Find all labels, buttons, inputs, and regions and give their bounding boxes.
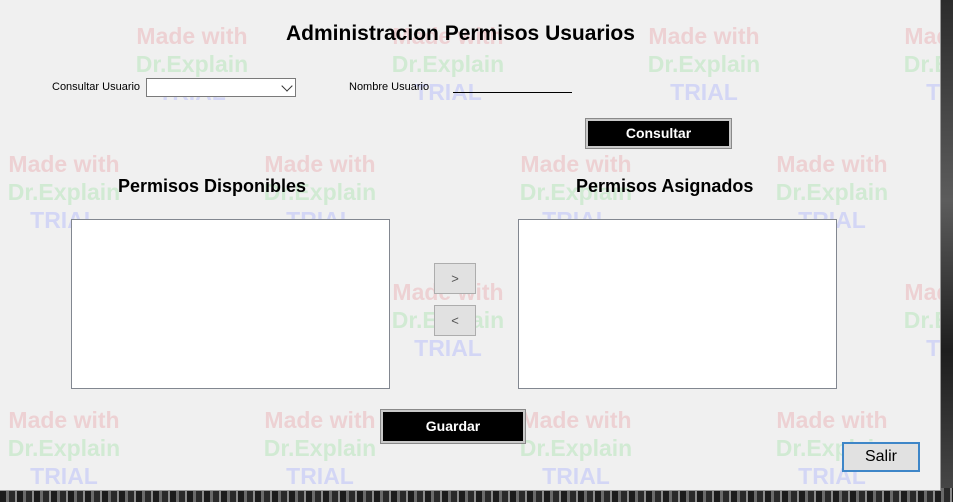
salir-button[interactable]: Salir — [842, 442, 920, 472]
nombre-usuario-label: Nombre Usuario — [349, 81, 430, 93]
guardar-button[interactable]: Guardar — [380, 409, 526, 444]
watermark: Made withDr.ExplainTRIAL — [647, 23, 761, 105]
nombre-usuario-value — [453, 80, 572, 93]
permisos-disponibles-list[interactable] — [71, 219, 390, 389]
watermark: Made withDr.ExplainTRIAL — [519, 407, 633, 489]
permisos-disponibles-title: Permisos Disponibles — [118, 176, 307, 196]
usuario-combobox[interactable] — [146, 78, 296, 97]
permisos-asignados-list[interactable] — [518, 219, 837, 389]
watermark: Made withDr.ExplainTRIAL — [903, 279, 941, 361]
watermark: Made withDr.ExplainTRIAL — [903, 23, 941, 105]
watermark: Made withDr.ExplainTRIAL — [263, 407, 377, 489]
chevron-down-icon[interactable] — [281, 80, 293, 92]
page-title: Administracion Permisos Usuarios — [286, 22, 635, 45]
permisos-asignados-title: Permisos Asignados — [576, 176, 754, 196]
permissions-admin-window: Made withDr.ExplainTRIAL Made withDr.Exp… — [0, 0, 941, 491]
add-permission-button[interactable]: > — [434, 263, 476, 294]
remove-permission-button[interactable]: < — [434, 305, 476, 336]
watermark: Made withDr.ExplainTRIAL — [7, 407, 121, 489]
consultar-button[interactable]: Consultar — [585, 118, 732, 149]
consultar-usuario-label: Consultar Usuario — [52, 81, 141, 93]
